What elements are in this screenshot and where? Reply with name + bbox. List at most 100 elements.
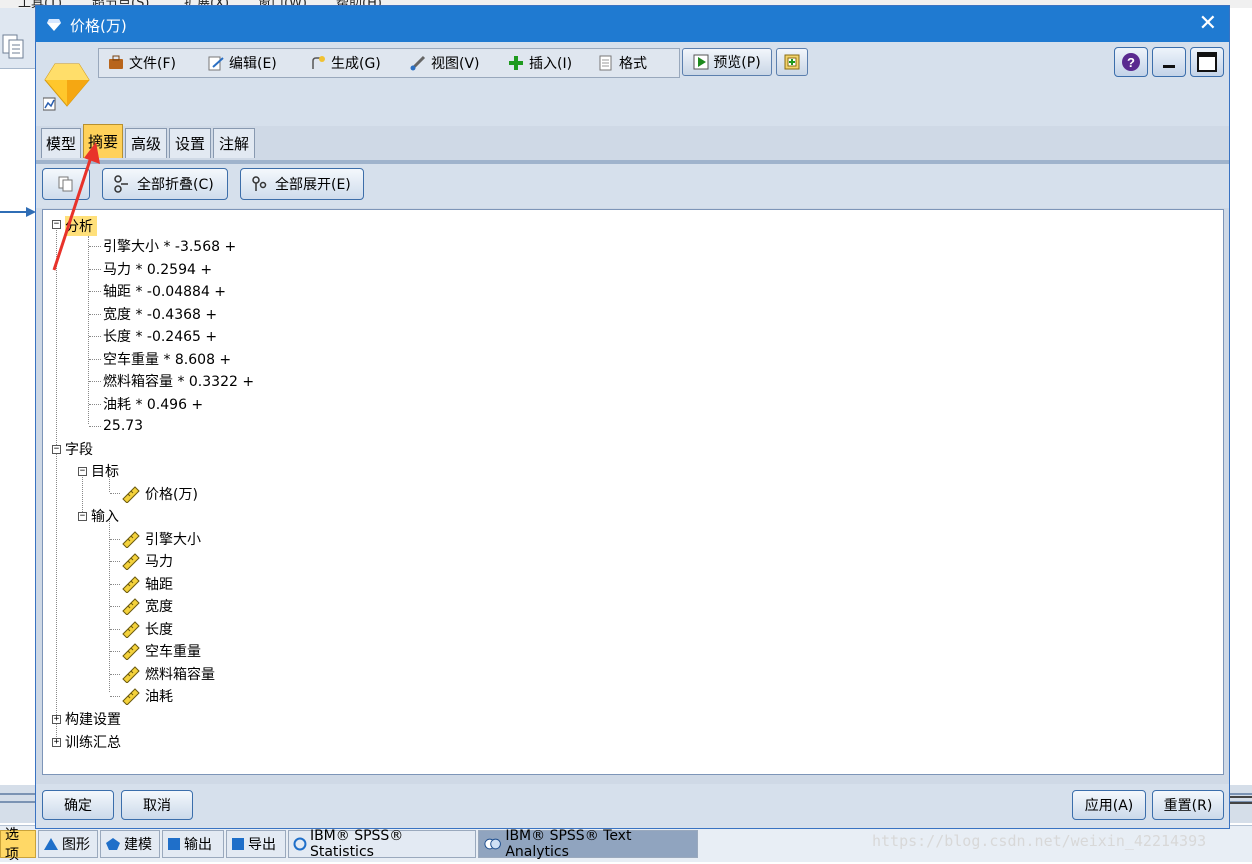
tree-connector	[110, 696, 120, 697]
analysis-term[interactable]: 燃料箱容量 * 0.3322 +	[103, 371, 254, 391]
expander-target[interactable]: −	[78, 467, 87, 476]
palette-tab-graphs[interactable]: 图形	[38, 830, 98, 858]
palette-tab-output[interactable]: 输出	[162, 830, 224, 858]
maximize-button[interactable]	[1190, 47, 1224, 77]
dialog-title: 价格(万)	[70, 17, 127, 35]
triangle-icon	[44, 838, 58, 850]
collapse-all-button[interactable]: 全部折叠(C)	[102, 168, 228, 200]
expander-inputs[interactable]: −	[78, 512, 87, 521]
node-label: 构建设置	[65, 712, 121, 728]
continuous-ruler-icon	[122, 486, 140, 503]
menu-insert[interactable]: 插入(I)	[507, 52, 572, 74]
expand-all-button[interactable]: 全部展开(E)	[240, 168, 364, 200]
preview-group: 预览(P)	[682, 48, 812, 78]
dialog-titlebar[interactable]: 价格(万) ✕	[36, 6, 1229, 42]
field-input[interactable]: 马力	[121, 551, 173, 571]
continuous-ruler-icon	[122, 621, 140, 638]
analysis-intercept[interactable]: 25.73	[103, 416, 143, 436]
field-name: 油耗	[145, 689, 173, 705]
tree-connector	[110, 651, 120, 652]
minimize-button[interactable]	[1152, 47, 1186, 77]
help-button[interactable]: ?	[1114, 47, 1148, 77]
palette-tab-options[interactable]: 选项	[0, 827, 36, 863]
stream-connector-arrow-icon	[0, 207, 36, 217]
tree-node-build-settings[interactable]: 构建设置	[65, 709, 121, 729]
field-name: 价格(万)	[145, 487, 198, 503]
tree-connector	[110, 493, 120, 494]
term-text: 马力 * 0.2594 +	[103, 262, 213, 278]
menu-generate[interactable]: 生成(G)	[309, 52, 381, 74]
analysis-term[interactable]: 轴距 * -0.04884 +	[103, 281, 226, 301]
add-to-stream-button[interactable]	[776, 48, 808, 76]
summary-toolbar: 全部折叠(C) 全部展开(E)	[36, 164, 1229, 208]
tree-node-inputs[interactable]: 输入	[91, 506, 119, 526]
field-target-price[interactable]: 价格(万)	[121, 484, 198, 504]
field-input[interactable]: 油耗	[121, 686, 173, 706]
edit-icon	[208, 56, 224, 71]
palette-tab-label: 图形	[62, 837, 90, 853]
reset-button[interactable]: 重置(R)	[1152, 790, 1224, 820]
generate-icon	[312, 56, 325, 69]
analysis-term[interactable]: 空车重量 * 8.608 +	[103, 349, 231, 369]
tab-label: 注解	[218, 135, 249, 153]
tree-node-fields[interactable]: 字段	[65, 439, 93, 459]
field-input[interactable]: 燃料箱容量	[121, 664, 215, 684]
field-input[interactable]: 轴距	[121, 574, 173, 594]
apply-label: 应用(A)	[1084, 798, 1134, 814]
summary-tree: − 分析 引擎大小 * -3.568 + 马力 * 0.2594 + 轴距 * …	[42, 209, 1224, 775]
tree-connector	[88, 236, 89, 424]
menu-file[interactable]: 文件(F)	[107, 52, 176, 74]
tree-node-training-summary[interactable]: 训练汇总	[65, 732, 121, 752]
field-input[interactable]: 引擎大小	[121, 529, 201, 549]
tree-node-target[interactable]: 目标	[91, 461, 119, 481]
copy-button[interactable]	[42, 168, 90, 200]
tree-connector	[110, 561, 120, 562]
tree-connector	[56, 226, 57, 747]
analysis-term[interactable]: 宽度 * -0.4368 +	[103, 304, 217, 324]
svg-text:?: ?	[1127, 55, 1135, 70]
expander-fields[interactable]: −	[52, 445, 61, 454]
expander-build-settings[interactable]: +	[52, 715, 61, 724]
palette-tab-label: 输出	[184, 837, 212, 853]
analysis-term[interactable]: 马力 * 0.2594 +	[103, 259, 212, 279]
ok-button[interactable]: 确定	[42, 790, 114, 820]
text-analytics-icon	[484, 838, 501, 850]
menu-insert-label: 插入(I)	[529, 56, 573, 72]
tab-advanced[interactable]: 高级	[125, 128, 167, 158]
expand-all-icon	[252, 176, 267, 191]
menu-view[interactable]: 视图(V)	[409, 52, 480, 74]
preview-button[interactable]: 预览(P)	[682, 48, 772, 76]
analysis-term[interactable]: 长度 * -0.2465 +	[103, 326, 217, 346]
analysis-term[interactable]: 油耗 * 0.496 +	[103, 394, 203, 414]
apply-button[interactable]: 应用(A)	[1072, 790, 1146, 820]
palette-tab-spss-statistics[interactable]: IBM® SPSS® Statistics	[288, 828, 476, 860]
tree-node-analysis[interactable]: 分析	[65, 216, 97, 236]
tab-annotations[interactable]: 注解	[213, 128, 255, 158]
menu-format[interactable]: 格式	[597, 52, 647, 74]
close-icon[interactable]: ✕	[1199, 11, 1217, 36]
ok-label: 确定	[64, 798, 92, 814]
field-input[interactable]: 空车重量	[121, 641, 201, 661]
expand-all-label: 全部展开(E)	[275, 177, 351, 193]
field-input[interactable]: 宽度	[121, 596, 173, 616]
briefcase-icon	[109, 55, 123, 69]
tree-connector	[89, 269, 101, 270]
documents-icon[interactable]	[2, 34, 26, 60]
palette-tab-text-analytics[interactable]: IBM® SPSS® Text Analytics	[478, 828, 698, 860]
tab-summary[interactable]: 摘要	[83, 124, 123, 158]
palette-tab-modeling[interactable]: 建模	[100, 830, 160, 858]
analysis-term[interactable]: 引擎大小 * -3.568 +	[103, 236, 236, 256]
cancel-button[interactable]: 取消	[121, 790, 193, 820]
tab-settings[interactable]: 设置	[169, 128, 211, 158]
spss-circle-icon	[293, 837, 307, 851]
menu-edit[interactable]: 编辑(E)	[207, 52, 277, 74]
expander-analysis[interactable]: −	[52, 220, 61, 229]
tab-label: 摘要	[87, 133, 118, 151]
tree-connector	[89, 359, 101, 360]
palette-tab-export[interactable]: 导出	[226, 830, 286, 858]
palette-tab-label: 建模	[124, 837, 152, 853]
tab-model[interactable]: 模型	[41, 128, 81, 158]
field-input[interactable]: 长度	[121, 619, 173, 639]
field-name: 宽度	[145, 599, 173, 615]
expander-training-summary[interactable]: +	[52, 738, 61, 747]
